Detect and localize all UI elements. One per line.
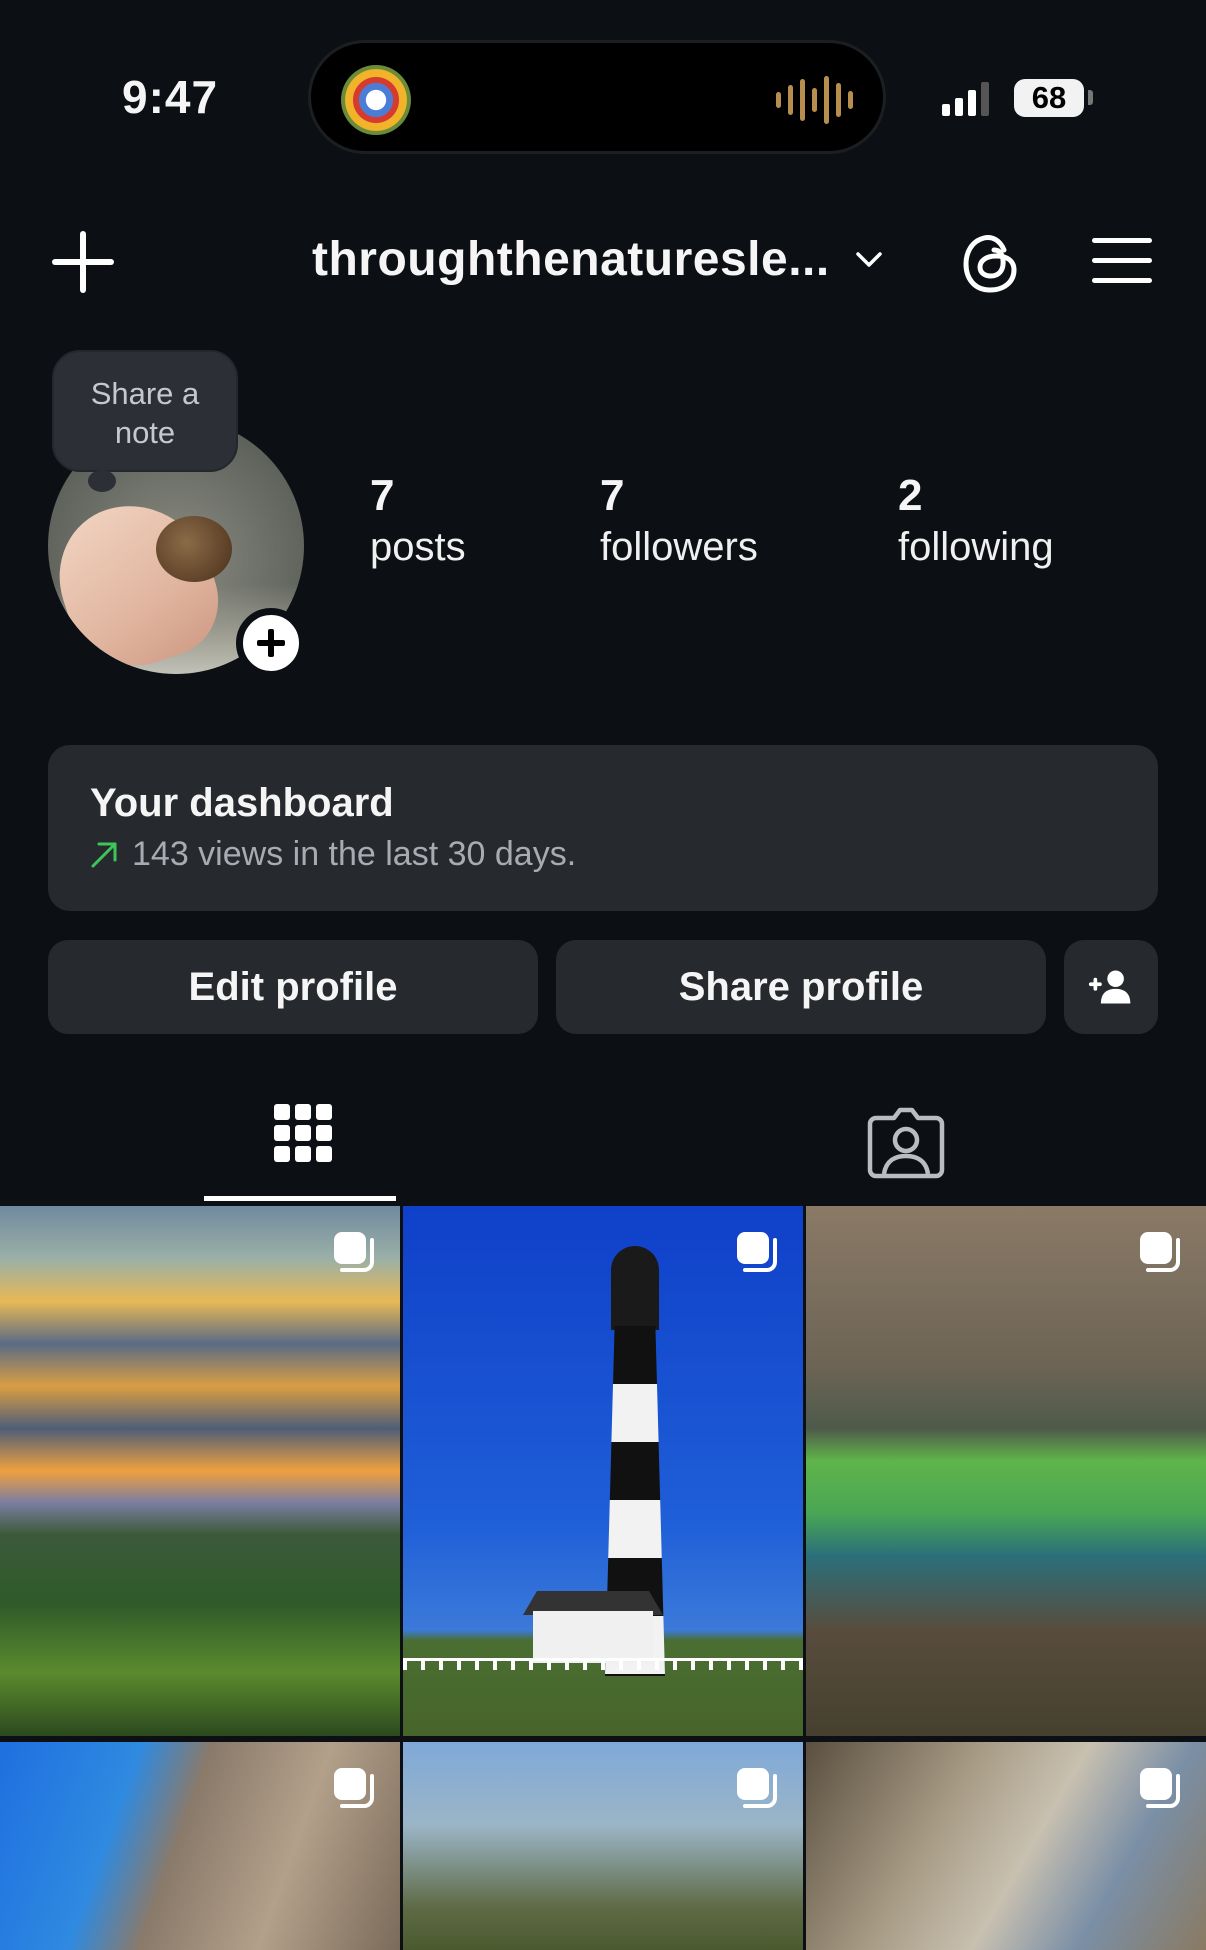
- white-fence: [403, 1658, 803, 1670]
- post-thumbnail[interactable]: [0, 1206, 400, 1736]
- discover-people-button[interactable]: [1064, 940, 1158, 1034]
- carousel-icon: [334, 1768, 374, 1808]
- chevron-down-icon: [855, 251, 882, 267]
- followers-label: followers: [600, 525, 758, 569]
- share-profile-button[interactable]: Share profile: [556, 940, 1046, 1034]
- following-label: following: [898, 525, 1054, 569]
- post-thumbnail[interactable]: [0, 1742, 400, 1950]
- tagged-icon[interactable]: [866, 1100, 946, 1180]
- posts-value: 7: [370, 471, 395, 520]
- carousel-icon: [1140, 1768, 1180, 1808]
- dynamic-island[interactable]: [308, 40, 886, 154]
- note-line-2: note: [114, 415, 176, 450]
- carousel-icon: [737, 1768, 777, 1808]
- cellular-signal-icon: [942, 82, 989, 116]
- note-bubble-dot: [88, 470, 116, 492]
- carousel-icon: [1140, 1232, 1180, 1272]
- account-switcher[interactable]: throughthenaturesle...: [312, 232, 884, 287]
- dashboard-subtitle-row: 143 views in the last 30 days.: [90, 835, 576, 874]
- add-person-icon: [1088, 970, 1131, 1004]
- following-count[interactable]: 2 following: [898, 470, 1054, 572]
- add-story-button[interactable]: [236, 608, 306, 678]
- tab-posts-grid[interactable]: [204, 1090, 396, 1202]
- posts-label: posts: [370, 525, 466, 569]
- trend-arrow-icon: [91, 842, 117, 867]
- followers-value: 7: [600, 471, 625, 520]
- followers-count[interactable]: 7 followers: [600, 470, 758, 572]
- battery-indicator: 68: [1014, 79, 1084, 117]
- dashboard-subtitle: 143 views in the last 30 days.: [132, 835, 577, 873]
- dashboard-card[interactable]: Your dashboard 143 views in the last 30 …: [48, 745, 1158, 911]
- menu-icon[interactable]: [1092, 236, 1152, 286]
- audio-waveform-icon: [776, 73, 853, 127]
- username: throughthenaturesle...: [312, 233, 830, 286]
- share-note-bubble[interactable]: Share a note: [52, 350, 238, 472]
- post-thumbnail[interactable]: [806, 1742, 1206, 1950]
- following-value: 2: [898, 471, 923, 520]
- create-post-button[interactable]: [52, 231, 114, 293]
- battery-tip: [1088, 90, 1093, 105]
- note-line-1: Share a: [90, 376, 200, 411]
- threads-icon[interactable]: [958, 230, 1022, 296]
- carousel-icon: [737, 1232, 777, 1272]
- carousel-icon: [334, 1232, 374, 1272]
- post-thumbnail[interactable]: [403, 1206, 803, 1736]
- status-time: 9:47: [122, 71, 219, 123]
- dashboard-title: Your dashboard: [90, 781, 394, 825]
- post-thumbnail[interactable]: [806, 1206, 1206, 1736]
- now-playing-album-art: [341, 65, 411, 135]
- edit-profile-button[interactable]: Edit profile: [48, 940, 538, 1034]
- avatar-stone: [156, 516, 232, 582]
- grid-icon: [274, 1104, 332, 1170]
- post-thumbnail[interactable]: [403, 1742, 803, 1950]
- posts-count[interactable]: 7 posts: [370, 470, 466, 572]
- tab-active-underline: [204, 1196, 396, 1201]
- lighthouse-keeper-house: [533, 1611, 653, 1663]
